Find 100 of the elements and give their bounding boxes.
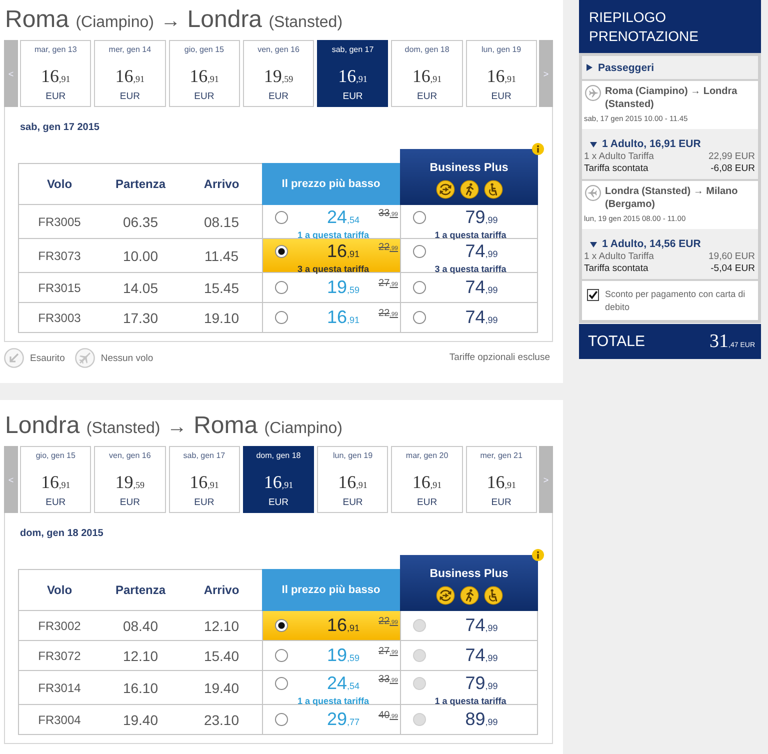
plane-icon <box>585 185 601 201</box>
info-icon[interactable] <box>532 549 544 561</box>
date-tab[interactable]: mer, gen 21 16,91 EUR <box>466 446 537 513</box>
radio-button[interactable] <box>413 281 426 294</box>
fare-price: 24,54 <box>326 673 360 695</box>
departure-time: 16.10 <box>122 680 158 696</box>
fare-line-label: Tariffa scontata <box>584 263 648 275</box>
fare-price: 24,54 <box>326 207 360 229</box>
fare-price: 74,99 <box>465 615 498 637</box>
fare-price: 16,91 <box>326 615 360 637</box>
running-person-icon <box>460 586 478 605</box>
summary-heading: RIEPILOGO PRENOTAZIONE <box>579 0 761 53</box>
fare-line-amount: -5,04 EUR <box>710 263 755 275</box>
date-tab[interactable]: dom, gen 18 16,91 EUR <box>242 446 314 513</box>
seats-left-note: 1 a questa tariffa <box>434 696 506 707</box>
fare-line-amount: 19,60 EUR <box>708 251 755 263</box>
radio-button[interactable] <box>413 211 426 224</box>
running-person-icon <box>460 180 478 199</box>
arrival-time: 23.10 <box>204 712 240 728</box>
date-tab[interactable]: lun, gen 19 16,91 EUR <box>317 446 388 513</box>
date-tab[interactable]: mer, gen 14 16,91 EUR <box>94 40 166 107</box>
date-tab[interactable]: ven, gen 16 19,59 EUR <box>94 446 166 513</box>
arrival-time: 08.15 <box>204 214 240 230</box>
business-plus-title: Business Plus <box>430 567 508 581</box>
radio-button[interactable] <box>275 649 288 662</box>
seats-left-note: 1 a questa tariffa <box>298 230 370 241</box>
checkbox[interactable] <box>587 289 599 301</box>
departure-time: 12.10 <box>122 648 158 664</box>
crossed-plane-icon <box>74 348 95 368</box>
column-header: Arrivo <box>204 583 240 597</box>
lowest-fare-header: Il prezzo più basso <box>262 163 400 205</box>
fare-breakdown-toggle[interactable]: 1 Adulto, 16,91 EUR <box>584 137 755 151</box>
date-tab[interactable]: sab, gen 17 16,91 EUR <box>168 446 240 513</box>
fare-line-label: 1 x Adulto Tariffa <box>584 251 654 263</box>
departure-time: 17.30 <box>122 310 158 326</box>
arrival-time: 19.40 <box>204 680 240 696</box>
flight-number: FR3015 <box>38 280 81 294</box>
departure-time: 14.05 <box>122 280 158 296</box>
wheelchair-icon <box>484 586 502 605</box>
departure-time: 10.00 <box>122 248 158 264</box>
departure-time: 06.35 <box>122 214 158 230</box>
column-header: Partenza <box>115 177 166 191</box>
date-tab[interactable]: mar, gen 13 16,91 EUR <box>20 40 92 107</box>
radio-button[interactable] <box>275 281 288 294</box>
plane-icon <box>585 85 601 101</box>
legend-label: Nessun volo <box>100 352 154 364</box>
fare-price: 79,99 <box>465 207 498 229</box>
column-header: Partenza <box>115 583 166 597</box>
fare-breakdown-toggle[interactable]: 1 Adulto, 14,56 EUR <box>584 237 755 251</box>
total-label: TOTALE <box>588 333 645 350</box>
seats-left-note: 3 a questa tariffa <box>298 264 370 275</box>
wheelchair-icon <box>484 180 502 199</box>
column-header: Volo <box>46 583 72 597</box>
route-text: Roma (Ciampino) → Londra (Stansted) <box>605 85 738 111</box>
radio-button[interactable] <box>413 311 426 324</box>
flight-number: FR3003 <box>38 310 81 324</box>
circular-arrows-icon <box>436 586 454 605</box>
date-tab[interactable]: gio, gen 15 16,91 EUR <box>20 446 92 513</box>
flight-number: FR3014 <box>38 680 81 694</box>
flight-number: FR3004 <box>38 712 81 726</box>
radio-button[interactable] <box>275 619 288 632</box>
radio-button[interactable] <box>275 713 288 726</box>
fare-line-label: 1 x Adulto Tariffa <box>584 151 654 163</box>
seats-left-note: 3 a questa tariffa <box>434 264 506 275</box>
seats-left-note: 1 a questa tariffa <box>298 696 370 707</box>
fare-price: 74,99 <box>465 277 498 299</box>
business-plus-title: Business Plus <box>430 161 508 175</box>
date-tab[interactable]: sab, gen 17 16,91 EUR <box>317 40 388 107</box>
column-header: Volo <box>46 177 72 191</box>
radio-button[interactable] <box>275 211 288 224</box>
lowest-fare-header: Il prezzo più basso <box>262 569 400 611</box>
flight-number: FR3002 <box>38 618 81 632</box>
seats-left-note: 1 a questa tariffa <box>434 230 506 241</box>
fare-price: 74,99 <box>465 307 498 329</box>
departure-time: 08.40 <box>122 618 158 634</box>
date-tab[interactable]: ven, gen 16 19,59 EUR <box>242 40 314 107</box>
flight-number: FR3005 <box>38 214 81 228</box>
fare-price: 16,91 <box>326 307 360 329</box>
radio-button[interactable] <box>275 245 288 258</box>
radio-button[interactable] <box>413 245 426 258</box>
date-tab[interactable]: gio, gen 15 16,91 EUR <box>168 40 240 107</box>
radio-button[interactable] <box>275 311 288 324</box>
radio-button[interactable] <box>275 677 288 690</box>
arrival-time: 15.40 <box>204 648 240 664</box>
arrival-time: 19.10 <box>204 310 240 326</box>
fare-price: 29,77 <box>326 709 360 731</box>
date-tab[interactable]: dom, gen 18 16,91 EUR <box>391 40 463 107</box>
departure-time: 19.40 <box>122 712 158 728</box>
arrival-time: 15.45 <box>204 280 240 296</box>
fare-price: 16,91 <box>326 241 360 263</box>
date-tab[interactable]: mar, gen 20 16,91 EUR <box>391 446 463 513</box>
fare-price: 89,99 <box>465 709 498 731</box>
passengers-toggle[interactable]: Passeggeri <box>582 56 758 79</box>
fare-price: 79,99 <box>465 673 498 695</box>
date-tab[interactable]: lun, gen 19 16,91 EUR <box>466 40 537 107</box>
info-icon[interactable] <box>532 143 544 155</box>
route-text: Londra (Stansted) → Milano (Bergamo) <box>605 185 739 211</box>
arrival-time: 11.45 <box>204 248 238 264</box>
fare-line-amount: -6,08 EUR <box>710 163 755 175</box>
fares-note: Tariffe opzionali escluse <box>449 351 550 365</box>
